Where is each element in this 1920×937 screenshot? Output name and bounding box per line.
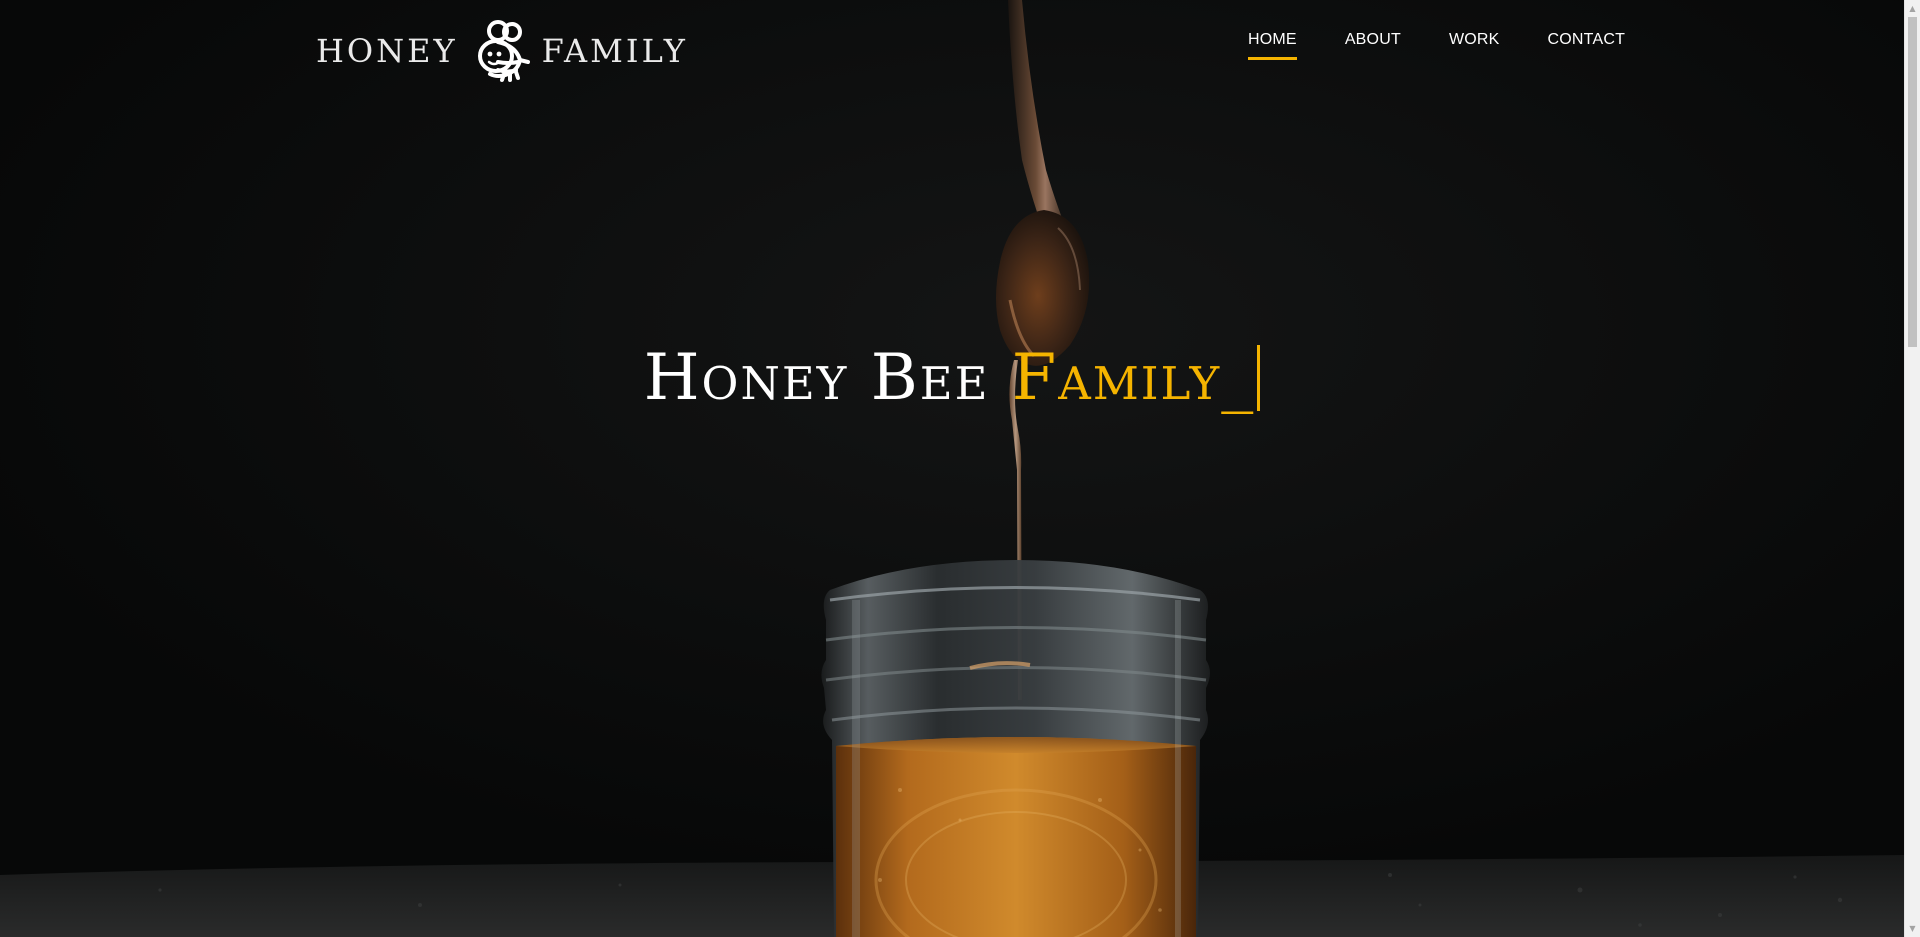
page: HONEY FAMILY HOME ABOUT WORK CONTACT Hon… [0, 0, 1920, 937]
nav-item-contact[interactable]: CONTACT [1548, 30, 1626, 60]
scroll-up-arrow-icon[interactable]: ▲ [1905, 0, 1920, 17]
nav-item-about[interactable]: ABOUT [1345, 30, 1401, 60]
brand-word-left: HONEY [316, 32, 458, 70]
main-nav: HOME ABOUT WORK CONTACT [1248, 30, 1625, 60]
brand-word-right: FAMILY [541, 32, 688, 70]
hero-title-suffix: _ [1221, 341, 1256, 415]
scroll-thumb[interactable] [1908, 17, 1917, 347]
nav-item-home[interactable]: HOME [1248, 30, 1297, 60]
nav-item-work[interactable]: WORK [1449, 30, 1500, 60]
brand-logo[interactable]: HONEY FAMILY [316, 18, 688, 84]
page-scrollbar[interactable]: ▲ ▼ [1904, 0, 1920, 937]
hero-title-gold: Family [1011, 341, 1222, 415]
bee-icon [477, 20, 530, 82]
hero-title: Honey Bee Family_ [0, 338, 1904, 418]
scroll-down-arrow-icon[interactable]: ▼ [1905, 920, 1920, 937]
hero-background-image [0, 0, 1904, 937]
hero-title-white: Honey Bee [643, 341, 990, 415]
typing-cursor [1257, 345, 1261, 411]
